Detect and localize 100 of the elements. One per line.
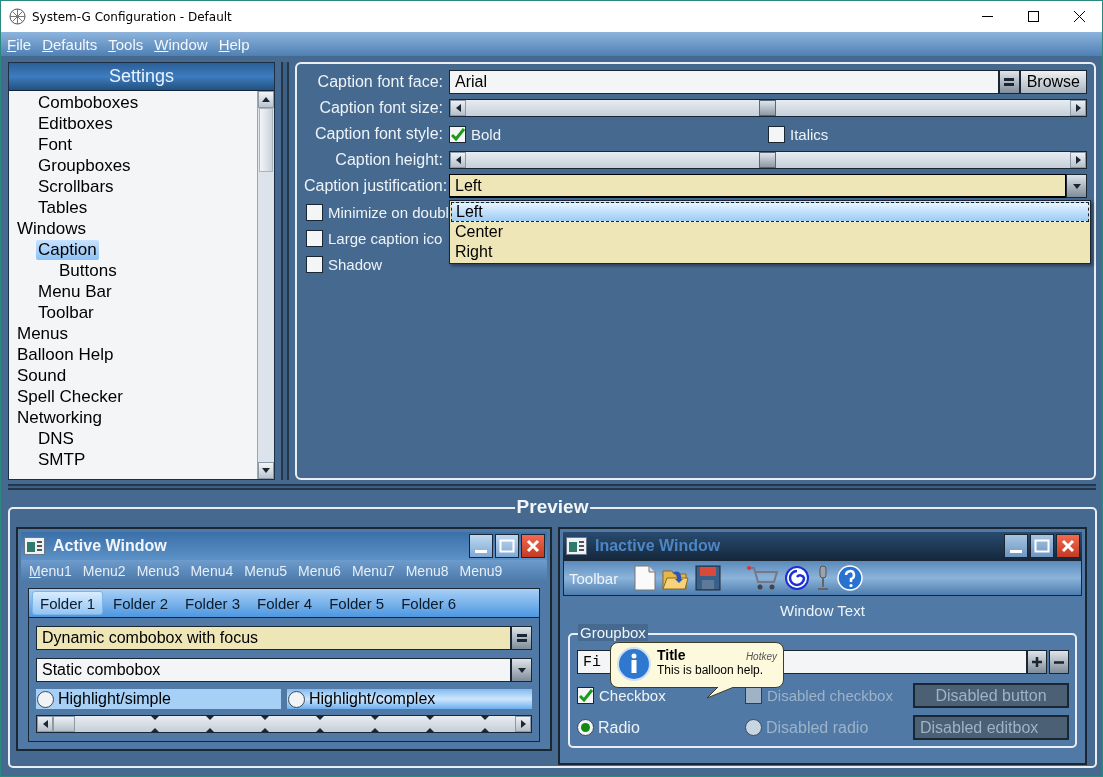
window-text: Window Text: [779, 602, 866, 619]
dropdown-option[interactable]: Center: [451, 222, 1089, 242]
justification-dropdown[interactable]: Left: [449, 174, 1066, 198]
arrow-left-icon: [454, 155, 462, 165]
arrow-left-icon: [41, 719, 49, 729]
disabled-editbox: Disabled editbox: [913, 715, 1069, 740]
scroll-up-button[interactable]: [258, 91, 274, 108]
minus-button[interactable]: [1049, 650, 1069, 674]
tree-item[interactable]: Toolbar: [36, 302, 96, 323]
tab[interactable]: Folder 1: [32, 591, 104, 615]
tree-item[interactable]: DNS: [36, 428, 76, 449]
tree-item[interactable]: Menu Bar: [36, 281, 114, 302]
window-icon: [24, 537, 45, 555]
checkbox[interactable]: [306, 203, 323, 221]
tree-item[interactable]: Balloon Help: [15, 344, 116, 365]
toolbar-label: Toolbar: [569, 569, 619, 587]
help-icon[interactable]: [837, 565, 864, 591]
scroll-right-button[interactable]: [1070, 152, 1086, 168]
tree-item[interactable]: Font: [36, 134, 75, 155]
tree-item[interactable]: Tables: [36, 197, 90, 218]
tree-item[interactable]: Groupboxes: [36, 155, 133, 176]
maximize-button[interactable]: [1030, 534, 1054, 558]
checkbox[interactable]: [768, 125, 785, 143]
tab[interactable]: Folder 5: [322, 591, 392, 615]
scroll-left-button[interactable]: [450, 152, 466, 168]
balloon-text: This is balloon help.: [657, 663, 765, 677]
tree-item[interactable]: Sound: [15, 365, 69, 386]
radio-button[interactable]: [37, 690, 54, 708]
caret-down-icon: [261, 467, 271, 474]
font-field[interactable]: Arial: [449, 70, 999, 94]
tab[interactable]: Folder 2: [106, 591, 176, 615]
slider[interactable]: [449, 151, 1087, 169]
field-label: Caption font style:: [313, 125, 443, 143]
scroll-left-button[interactable]: [450, 100, 466, 116]
minimize-icon: [475, 550, 487, 553]
list-button[interactable]: [511, 626, 532, 650]
browse-button[interactable]: Browse: [1019, 70, 1087, 94]
tree-item[interactable]: Menus: [15, 323, 71, 344]
radio-button[interactable]: [577, 719, 594, 736]
slider-thumb[interactable]: [758, 100, 776, 116]
tree-item[interactable]: Spell Checker: [15, 386, 125, 407]
tab[interactable]: Folder 4: [250, 591, 320, 615]
new-file-icon[interactable]: [634, 565, 657, 591]
dropdown-button[interactable]: [511, 658, 532, 682]
plus-button[interactable]: [1027, 650, 1047, 674]
tab[interactable]: Folder 3: [178, 591, 248, 615]
tree-item[interactable]: Scrollbars: [36, 176, 116, 197]
combobox[interactable]: Dynamic combobox with focus: [36, 626, 511, 650]
equals-icon: [1004, 78, 1015, 86]
radio-label: Highlight/complex: [309, 690, 436, 708]
tab[interactable]: Folder 6: [394, 591, 464, 615]
tree-item[interactable]: Editboxes: [36, 113, 115, 134]
tree-item[interactable]: Comboboxes: [36, 92, 141, 113]
slider-thumb[interactable]: [758, 152, 776, 168]
radio-button[interactable]: [288, 690, 305, 708]
radio-dot-icon: [581, 723, 590, 732]
info-icon: [617, 647, 651, 681]
field-label: Caption font face:: [316, 73, 443, 91]
scroll-right-button[interactable]: [1070, 100, 1086, 116]
minimize-icon: [1010, 550, 1022, 553]
minimize-button[interactable]: [469, 534, 493, 558]
list-button[interactable]: [998, 70, 1020, 94]
tree-item[interactable]: Caption: [36, 239, 99, 260]
minus-icon: [1054, 660, 1064, 664]
spiral-icon[interactable]: [785, 565, 810, 591]
close-icon: [1073, 11, 1085, 22]
scroll-down-button[interactable]: [258, 462, 274, 479]
maximize-button[interactable]: [495, 534, 519, 558]
window-title: System-G Configuration - Default: [32, 9, 233, 24]
scroll-right-button[interactable]: [515, 716, 531, 732]
radio-label: Disabled radio: [766, 718, 869, 737]
close-button[interactable]: [521, 534, 545, 558]
hotkey-label: Hotkey: [745, 651, 777, 662]
checkbox-label: Checkbox: [599, 687, 666, 704]
tree-item[interactable]: Windows: [15, 218, 88, 239]
tree-item[interactable]: Networking: [15, 407, 105, 428]
tree-item[interactable]: SMTP: [36, 449, 88, 470]
slider[interactable]: [449, 99, 1087, 117]
maximize-icon: [1034, 539, 1050, 553]
checkbox-label: Minimize on doubl: [328, 203, 449, 221]
checkbox[interactable]: [306, 255, 323, 273]
combobox[interactable]: Static combobox: [36, 658, 511, 682]
scroll-thumb[interactable]: [259, 108, 273, 172]
app-icon: [9, 8, 26, 25]
shopping-cart-icon[interactable]: [747, 565, 780, 591]
minimize-icon: [981, 15, 993, 18]
checkbox-label: Shadow: [328, 255, 383, 273]
minimize-button[interactable]: [1004, 534, 1028, 558]
arrow-left-icon: [454, 103, 462, 113]
tree-item[interactable]: Buttons: [57, 260, 119, 281]
close-button[interactable]: [1056, 534, 1080, 558]
scroll-thumb[interactable]: [53, 716, 75, 732]
plus-icon: [1032, 657, 1042, 667]
dropdown-button[interactable]: [1066, 174, 1087, 198]
dropdown-option[interactable]: Left: [451, 202, 1089, 222]
scroll-left-button[interactable]: [37, 716, 53, 732]
radio-label: Radio: [598, 718, 640, 737]
dropdown-option[interactable]: Right: [451, 242, 1089, 262]
checkbox[interactable]: [306, 229, 323, 247]
arrow-right-icon: [1074, 103, 1082, 113]
